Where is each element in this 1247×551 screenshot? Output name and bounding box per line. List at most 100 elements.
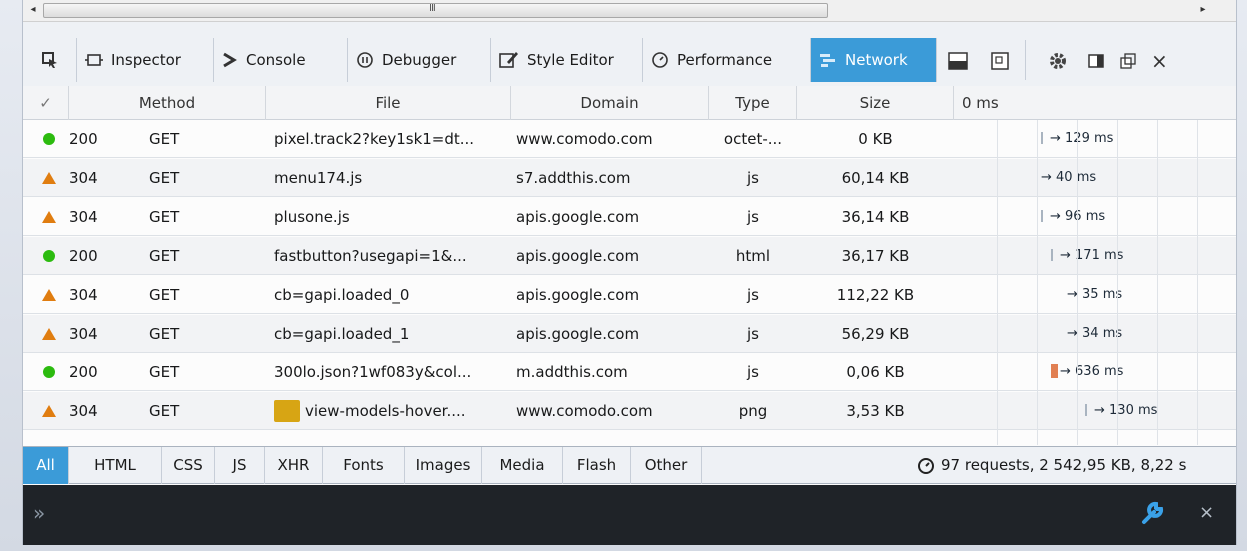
status-code: 304 [69,285,98,304]
domain-cell: s7.addthis.com [516,168,631,187]
method-cell: GET [149,363,180,382]
table-row[interactable]: 304 GET cb=gapi.loaded_1 apis.google.com… [23,314,1236,353]
col-file[interactable]: File [266,86,511,120]
type-cell: octet-... [723,130,783,148]
filter-flash[interactable]: Flash [563,447,631,484]
tab-debugger-label: Debugger [382,51,457,69]
method-cell: GET [149,246,180,265]
filter-css[interactable]: CSS [162,447,215,484]
filter-xhr[interactable]: XHR [265,447,323,484]
type-cell: js [747,207,759,226]
tab-debugger[interactable]: Debugger [348,38,491,82]
timeline-gridline [1037,120,1038,445]
table-row[interactable]: 304 GET cb=gapi.loaded_0 apis.google.com… [23,276,1236,314]
request-summary: 97 requests, 2 542,95 KB, 8,22 s [917,447,1186,484]
waterfall-bar [1051,364,1058,379]
undock-window-icon[interactable] [1117,50,1139,72]
dock-side-icon[interactable] [1085,50,1107,72]
method-cell: GET [149,168,180,187]
tab-console[interactable]: Console [214,38,348,82]
size-cell: 60,14 KB [841,168,910,187]
status-warning-icon [42,210,56,223]
col-size[interactable]: Size [797,86,954,120]
console-input-area[interactable]: » × [23,485,1236,545]
size-cell: 0 KB [858,130,893,148]
file-cell: plusone.js [274,207,350,226]
inspector-icon [85,54,103,66]
gear-icon[interactable] [1047,50,1069,72]
tab-style-editor[interactable]: Style Editor [491,38,643,82]
method-cell: GET [149,285,180,304]
table-row[interactable]: 304 GET plusone.js apis.google.com js 36… [23,198,1236,236]
window-frame: ◂ III ▸ Inspector Console Debugger Style… [0,0,1247,551]
table-row[interactable]: 200 GET 300lo.json?1wf083y&col... m.addt… [23,353,1236,392]
status-code: 304 [69,207,98,226]
devtools-panel: ◂ III ▸ Inspector Console Debugger Style… [22,0,1237,545]
console-close-icon[interactable]: × [1199,502,1214,523]
type-cell: js [747,285,759,304]
scroll-right-arrow-icon[interactable]: ▸ [1195,2,1211,18]
size-cell: 0,06 KB [846,363,905,382]
timeline-gridline [1117,120,1118,445]
type-cell: js [747,324,759,343]
console-prompt: » [33,501,46,525]
table-row[interactable]: 304 GET menu174.js s7.addthis.com js 60,… [23,158,1236,197]
domain-cell: apis.google.com [516,285,640,304]
toolbar-divider [1025,40,1026,80]
timeline-gridline [1197,120,1198,445]
status-code: 304 [69,324,98,343]
status-warning-icon [42,405,56,418]
timing-label: → 636 ms [1060,364,1124,380]
filter-all[interactable]: All [23,447,69,484]
file-cell: 300lo.json?1wf083y&col... [274,363,472,382]
status-code: 200 [69,246,98,265]
filter-media[interactable]: Media [482,447,563,484]
debugger-icon [357,52,373,68]
method-cell: GET [149,207,180,226]
filter-other[interactable]: Other [631,447,702,484]
domain-cell: apis.google.com [516,207,640,226]
file-cell: view-models-hover.... [305,402,466,421]
file-cell: fastbutton?usegapi=1&... [274,246,467,265]
tab-performance[interactable]: Performance [643,38,811,82]
filter-images[interactable]: Images [405,447,482,484]
filter-html[interactable]: HTML [69,447,162,484]
close-devtools-icon[interactable]: × [1151,49,1168,73]
col-status[interactable]: ✓ [23,86,69,120]
timing-label: → 129 ms [1050,131,1114,146]
scroll-left-arrow-icon[interactable]: ◂ [25,2,41,18]
responsive-mode-icon[interactable] [989,50,1011,72]
wrench-icon[interactable] [1139,498,1167,526]
table-row[interactable]: 304 GET view-models-hover.... www.comodo… [23,392,1236,431]
table-row[interactable]: 200 GET pixel.track2?key1sk1=dt... www.c… [23,120,1236,158]
table-row[interactable]: 200 GET fastbutton?usegapi=1&... apis.go… [23,236,1236,275]
horizontal-scrollbar[interactable]: ◂ III ▸ [23,0,1236,22]
scrollbar-thumb[interactable]: III [43,3,828,18]
filter-js[interactable]: JS [215,447,265,484]
size-cell: 112,22 KB [836,285,915,304]
waterfall-bar [1051,248,1053,261]
split-console-icon[interactable] [947,50,969,72]
console-icon [223,52,237,68]
tab-inspector[interactable]: Inspector [77,38,214,82]
status-ok-icon [43,366,55,379]
timeline-gridline [997,120,998,445]
filter-fonts[interactable]: Fonts [323,447,405,484]
status-code: 304 [69,168,98,187]
col-timeline[interactable]: 0 ms [954,86,1236,120]
status-code: 304 [69,402,98,421]
waterfall-bar [1041,209,1043,222]
tab-network[interactable]: Network [811,38,937,82]
file-cell: pixel.track2?key1sk1=dt... [274,130,475,148]
status-warning-icon [42,288,56,301]
col-domain[interactable]: Domain [511,86,709,120]
col-method[interactable]: Method [69,86,266,120]
status-ok-icon [43,133,55,145]
col-type[interactable]: Type [709,86,797,120]
pick-element-button[interactable] [23,38,77,82]
size-cell: 56,29 KB [841,324,910,343]
waterfall-bar [1041,132,1043,144]
size-cell: 36,17 KB [841,246,910,265]
method-cell: GET [149,130,180,148]
type-cell: png [738,402,768,421]
